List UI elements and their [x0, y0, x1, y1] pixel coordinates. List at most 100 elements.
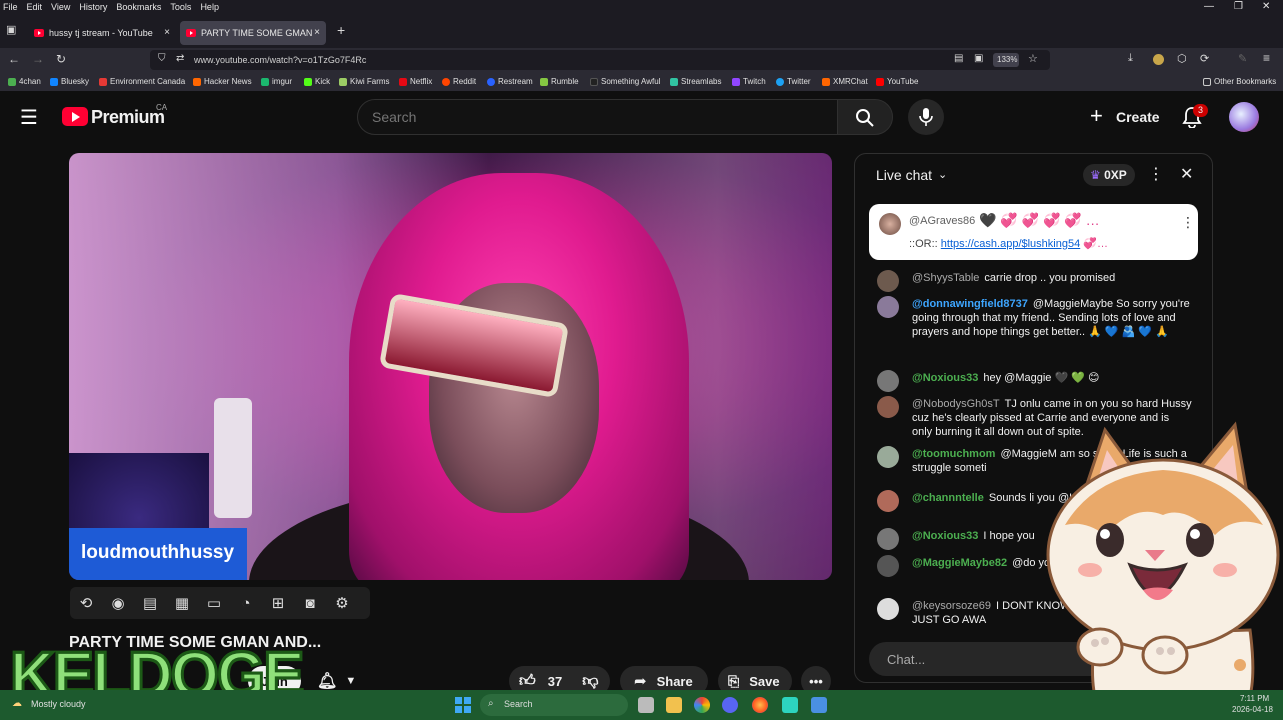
minimize-icon[interactable]: — [1204, 1, 1214, 12]
chat-author[interactable]: @NobodysGh0sT [912, 398, 1000, 410]
page-info-icon[interactable]: ⇄ [176, 53, 184, 64]
add-frame-icon[interactable]: ⊞ [262, 594, 294, 612]
picture-in-picture-icon[interactable]: ▣ [974, 53, 983, 64]
weather-text[interactable]: Mostly cloudy [31, 699, 86, 709]
chevron-down-icon[interactable]: ⌄ [938, 168, 947, 181]
bookmark-hacker-news[interactable]: Hacker News [193, 77, 252, 86]
account-icon[interactable] [1153, 54, 1164, 65]
bookmark-xmrchat[interactable]: XMRChat [822, 77, 868, 86]
close-tab-icon[interactable]: × [314, 27, 320, 38]
loop-icon[interactable]: ⟲ [70, 594, 102, 612]
chat-author[interactable]: @MaggieMaybe82 [912, 557, 1007, 569]
screenshot-camera-icon[interactable]: ◙ [294, 595, 326, 612]
back-icon[interactable]: ← [8, 52, 20, 66]
clock-time[interactable]: 7:11 PM [1240, 694, 1269, 703]
chat-author[interactable]: @ShyysTable [912, 272, 979, 284]
tab-party-time[interactable]: PARTY TIME SOME GMAN AND... × [180, 21, 326, 45]
bookmark-kick[interactable]: Kick [304, 77, 330, 86]
firefox-icon[interactable] [752, 697, 768, 713]
chat-author[interactable]: @Noxious33 [912, 372, 978, 384]
chat-author[interactable]: @channntelle [912, 492, 984, 504]
app2-icon[interactable] [811, 697, 827, 713]
create-button[interactable]: Create [1116, 109, 1160, 125]
menu-view[interactable]: View [51, 2, 70, 12]
menu-bookmarks[interactable]: Bookmarks [116, 2, 161, 12]
clock-date[interactable]: 2026-04-18 [1232, 705, 1273, 714]
menu-history[interactable]: History [79, 2, 107, 12]
bookmark-youtube[interactable]: YouTube [876, 77, 918, 86]
search-button[interactable] [837, 99, 893, 135]
windows-start-icon[interactable] [455, 697, 471, 713]
search-input[interactable] [372, 108, 812, 126]
url-text[interactable]: www.youtube.com/watch?v=o1TzGo7F4Rc [194, 55, 366, 65]
speed-gauge-icon[interactable]: ◔ [230, 595, 262, 612]
bookmark-bluesky[interactable]: Bluesky [50, 77, 89, 86]
download-icon[interactable]: ⤓ [1128, 52, 1133, 65]
chrome-icon[interactable] [694, 697, 710, 713]
task-view-icon[interactable] [638, 697, 654, 713]
avatar[interactable] [1229, 102, 1259, 132]
file-explorer-icon[interactable] [666, 697, 682, 713]
menu-tools[interactable]: Tools [170, 2, 191, 12]
settings-gear-icon[interactable]: ⚙ [326, 594, 358, 612]
tab-list-icon[interactable]: ▣ [6, 23, 16, 36]
pinned-message[interactable]: @AGraves86 🖤 💞 💞 💞 💞 … ::OR:: https://ca… [869, 204, 1198, 260]
chat-author[interactable]: @keysorsoze69 [912, 600, 991, 612]
video-player[interactable]: loudmouthhussy [69, 153, 832, 580]
bookmark-twitter[interactable]: Twitter [776, 77, 811, 86]
weather-icon[interactable]: ☁ [12, 698, 22, 709]
bookmark-reddit[interactable]: Reddit [442, 77, 476, 86]
bookmark-restream[interactable]: Restream [487, 77, 533, 86]
forward-icon[interactable]: → [32, 52, 44, 66]
bookmark-kiwi-farms[interactable]: Kiwi Farms [339, 77, 390, 86]
thumbs-down-icon[interactable]: 👎︎ [582, 672, 598, 691]
close-window-icon[interactable]: ✕ [1262, 1, 1270, 12]
screen-icon[interactable]: ▭ [198, 594, 230, 612]
chat-author[interactable]: @donnawingfield8737 [912, 298, 1028, 310]
taskbar-search[interactable]: ⌕ Search [480, 694, 628, 716]
plus-icon[interactable]: + [1090, 103, 1103, 129]
reload-icon[interactable]: ↻ [56, 52, 66, 66]
voice-search-button[interactable] [908, 99, 944, 135]
menu-file[interactable]: File [3, 2, 18, 12]
app-icon[interactable] [782, 697, 798, 713]
zoom-level[interactable]: 133% [993, 53, 1019, 67]
playlist-icon[interactable]: ▤ [134, 594, 166, 612]
bookmark-imgur[interactable]: imgur [261, 77, 292, 86]
url-bar[interactable]: ⛉ ⇄ www.youtube.com/watch?v=o1TzGo7F4Rc … [150, 50, 1050, 70]
bookmark-netflix[interactable]: Netflix [399, 77, 432, 86]
other-bookmarks[interactable]: Other Bookmarks [1203, 77, 1276, 86]
bookmark-star-icon[interactable]: ☆ [1028, 52, 1038, 65]
film-strip-icon[interactable]: ▦ [166, 594, 198, 612]
extension2-icon[interactable]: ✎ [1238, 52, 1247, 65]
bookmark-4chan[interactable]: 4chan [8, 77, 41, 86]
cashapp-link[interactable]: https://cash.app/$lushking54 [941, 238, 1080, 250]
close-tab-icon[interactable]: × [164, 27, 170, 38]
restore-icon[interactable]: ❐ [1234, 1, 1243, 12]
sync-icon[interactable]: ⟳ [1200, 52, 1209, 65]
menu-help[interactable]: Help [200, 2, 219, 12]
more-vertical-icon[interactable]: ⋮ [1148, 164, 1164, 184]
bookmark-streamlabs[interactable]: Streamlabs [670, 77, 721, 86]
brand-premium[interactable]: Premium [91, 107, 165, 128]
bookmark-something-awful[interactable]: Something Awful [590, 77, 660, 86]
bookmark-twitch[interactable]: Twitch [732, 77, 766, 86]
more-vertical-icon[interactable]: ⋮ [1181, 214, 1195, 231]
new-tab-icon[interactable]: + [337, 22, 345, 38]
bookmark-environment-canada[interactable]: Environment Canada [99, 77, 185, 86]
chat-author[interactable]: @toomuchmom [912, 448, 995, 460]
tab-hussy-tj[interactable]: hussy tj stream - YouTube × [28, 21, 176, 45]
menu-edit[interactable]: Edit [27, 2, 43, 12]
bookmark-rumble[interactable]: Rumble [540, 77, 579, 86]
extension-icon[interactable]: ⬡ [1177, 52, 1187, 65]
xp-badge[interactable]: ♛ 0XP [1083, 164, 1135, 186]
shield-icon[interactable]: ⛉ [158, 53, 166, 64]
close-icon[interactable]: ✕ [1180, 164, 1193, 184]
discord-icon[interactable] [722, 697, 738, 713]
audio-mode-icon[interactable]: ◉ [102, 594, 134, 612]
chat-author[interactable]: @Noxious33 [912, 530, 978, 542]
live-chat-title[interactable]: Live chat [876, 167, 932, 183]
app-menu-icon[interactable]: ≡ [1263, 51, 1270, 65]
search-box[interactable] [357, 99, 838, 135]
reader-icon[interactable]: ▤ [954, 53, 963, 64]
